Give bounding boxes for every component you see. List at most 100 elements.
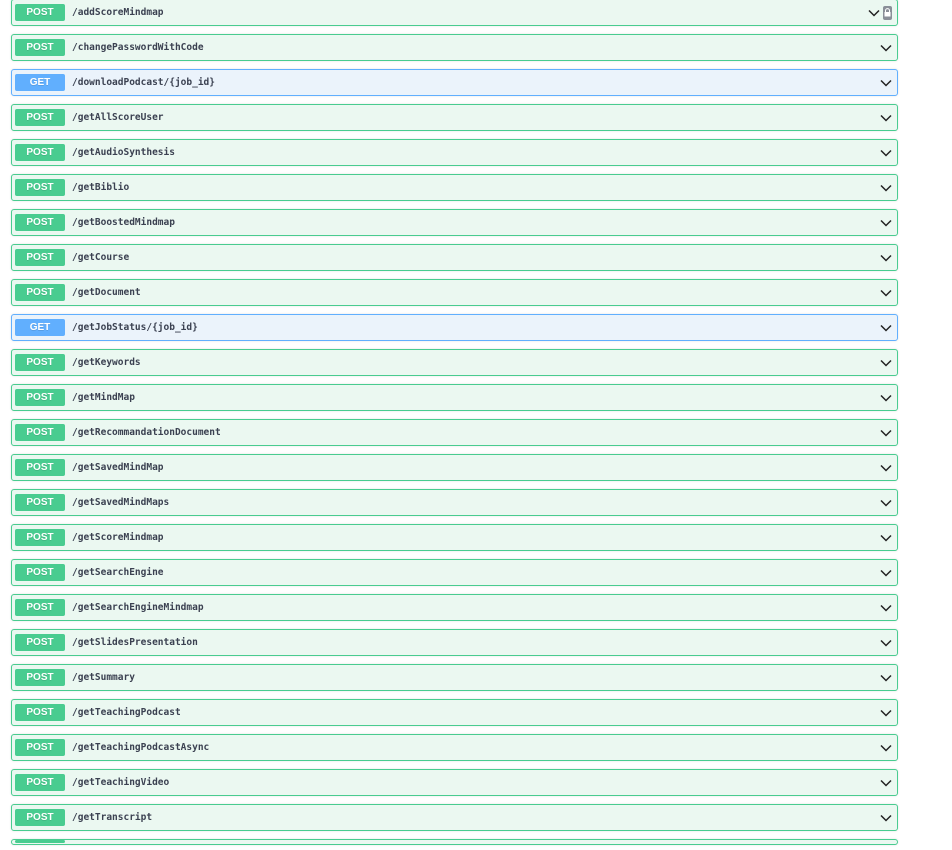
- operation-path: /getTeachingVideo: [72, 777, 170, 788]
- method-badge: POST: [15, 599, 65, 616]
- operation-row-post[interactable]: POST/getRecommandationDocument: [11, 419, 898, 446]
- operation-path: /getSearchEngineMindmap: [72, 602, 204, 613]
- operation-row-post[interactable]: POST/getCourse: [11, 244, 898, 271]
- operation-row-post[interactable]: POST/getKeywords: [11, 349, 898, 376]
- chevron-down-icon[interactable]: [880, 462, 892, 474]
- operation-path: /getDocument: [72, 287, 141, 298]
- operation-row-post[interactable]: POST/getTeachingPodcast: [11, 699, 898, 726]
- method-badge: POST: [15, 179, 65, 196]
- operation-path: /downloadPodcast/{job_id}: [72, 77, 215, 88]
- method-badge: POST: [15, 494, 65, 511]
- method-badge: POST: [15, 4, 65, 21]
- operation-path: /getAudioSynthesis: [72, 147, 175, 158]
- operation-path: /getSearchEngine: [72, 567, 164, 578]
- operation-path: /getSavedMindMap: [72, 462, 164, 473]
- operation-path: /getBoostedMindmap: [72, 217, 175, 228]
- method-badge: GET: [15, 319, 65, 336]
- chevron-down-icon[interactable]: [880, 112, 892, 124]
- chevron-down-icon[interactable]: [880, 147, 892, 159]
- operation-row-post[interactable]: POST/addScoreMindmap: [11, 0, 898, 26]
- chevron-down-icon[interactable]: [880, 322, 892, 334]
- operation-row-post[interactable]: POST/getAllScoreUser: [11, 104, 898, 131]
- operation-row-post[interactable]: POST/getSavedMindMaps: [11, 489, 898, 516]
- chevron-down-icon[interactable]: [880, 182, 892, 194]
- operation-row-post[interactable]: POST/getMindMap: [11, 384, 898, 411]
- method-badge: POST: [15, 39, 65, 56]
- operation-row-post[interactable]: POST/getSlidesPresentation: [11, 629, 898, 656]
- operation-row-post[interactable]: POST: [11, 839, 898, 845]
- lock-icon[interactable]: [883, 5, 892, 20]
- operation-row-post[interactable]: POST/getSearchEngineMindmap: [11, 594, 898, 621]
- chevron-down-icon[interactable]: [880, 392, 892, 404]
- method-badge: POST: [15, 109, 65, 126]
- method-badge: POST: [15, 354, 65, 371]
- chevron-down-icon[interactable]: [880, 567, 892, 579]
- method-badge: POST: [15, 704, 65, 721]
- operation-row-get[interactable]: GET/downloadPodcast/{job_id}: [11, 69, 898, 96]
- operation-path: /getTranscript: [72, 812, 153, 823]
- method-badge: POST: [15, 840, 65, 843]
- method-badge: POST: [15, 144, 65, 161]
- operation-row-post[interactable]: POST/getSearchEngine: [11, 559, 898, 586]
- operation-row-post[interactable]: POST/getBiblio: [11, 174, 898, 201]
- operation-path: /getRecommandationDocument: [72, 427, 221, 438]
- operation-row-post[interactable]: POST/getSavedMindMap: [11, 454, 898, 481]
- chevron-down-icon[interactable]: [880, 357, 892, 369]
- method-badge: POST: [15, 529, 65, 546]
- chevron-down-icon[interactable]: [880, 637, 892, 649]
- operation-row-post[interactable]: POST/changePasswordWithCode: [11, 34, 898, 61]
- chevron-down-icon[interactable]: [880, 532, 892, 544]
- method-badge: POST: [15, 564, 65, 581]
- chevron-down-icon[interactable]: [880, 812, 892, 824]
- method-badge: POST: [15, 459, 65, 476]
- chevron-down-icon[interactable]: [880, 427, 892, 439]
- operation-path: /getScoreMindmap: [72, 532, 164, 543]
- operations-list: POST/addScoreMindmap POST/changePasswordW…: [11, 0, 898, 845]
- operation-row-post[interactable]: POST/getTeachingPodcastAsync: [11, 734, 898, 761]
- operation-row-post[interactable]: POST/getBoostedMindmap: [11, 209, 898, 236]
- operation-path: /getSummary: [72, 672, 135, 683]
- chevron-down-icon[interactable]: [880, 77, 892, 89]
- chevron-down-icon[interactable]: [880, 602, 892, 614]
- operation-path: /changePasswordWithCode: [72, 42, 204, 53]
- operation-path: /getKeywords: [72, 357, 141, 368]
- chevron-down-icon[interactable]: [880, 497, 892, 509]
- method-badge: POST: [15, 214, 65, 231]
- method-badge: POST: [15, 774, 65, 791]
- operation-path: /getBiblio: [72, 182, 130, 193]
- chevron-down-icon[interactable]: [880, 252, 892, 264]
- method-badge: POST: [15, 809, 65, 826]
- chevron-down-icon[interactable]: [880, 707, 892, 719]
- operation-row-post[interactable]: POST/getAudioSynthesis: [11, 139, 898, 166]
- chevron-down-icon[interactable]: [880, 42, 892, 54]
- method-badge: POST: [15, 739, 65, 756]
- operation-path: /getTeachingPodcastAsync: [72, 742, 210, 753]
- method-badge: POST: [15, 249, 65, 266]
- chevron-down-icon[interactable]: [880, 672, 892, 684]
- chevron-down-icon[interactable]: [880, 217, 892, 229]
- operation-row-post[interactable]: POST/getSummary: [11, 664, 898, 691]
- operation-row-post[interactable]: POST/getTranscript: [11, 804, 898, 831]
- chevron-down-icon[interactable]: [880, 742, 892, 754]
- operation-row-post[interactable]: POST/getScoreMindmap: [11, 524, 898, 551]
- chevron-down-icon[interactable]: [880, 287, 892, 299]
- method-badge: POST: [15, 634, 65, 651]
- operation-row-get[interactable]: GET/getJobStatus/{job_id}: [11, 314, 898, 341]
- operation-path: /getSlidesPresentation: [72, 637, 198, 648]
- method-badge: GET: [15, 74, 65, 91]
- operation-row-post[interactable]: POST/getTeachingVideo: [11, 769, 898, 796]
- method-badge: POST: [15, 424, 65, 441]
- operation-path: /getAllScoreUser: [72, 112, 164, 123]
- method-badge: POST: [15, 284, 65, 301]
- method-badge: POST: [15, 669, 65, 686]
- operation-row-post[interactable]: POST/getDocument: [11, 279, 898, 306]
- operation-path: /getJobStatus/{job_id}: [72, 322, 198, 333]
- operation-path: /getSavedMindMaps: [72, 497, 170, 508]
- chevron-down-icon[interactable]: [868, 7, 880, 19]
- chevron-down-icon[interactable]: [880, 777, 892, 789]
- operation-path: /getCourse: [72, 252, 130, 263]
- method-badge: POST: [15, 389, 65, 406]
- operation-path: /getTeachingPodcast: [72, 707, 181, 718]
- operation-path: /getMindMap: [72, 392, 135, 403]
- operation-path: /addScoreMindmap: [72, 7, 164, 18]
